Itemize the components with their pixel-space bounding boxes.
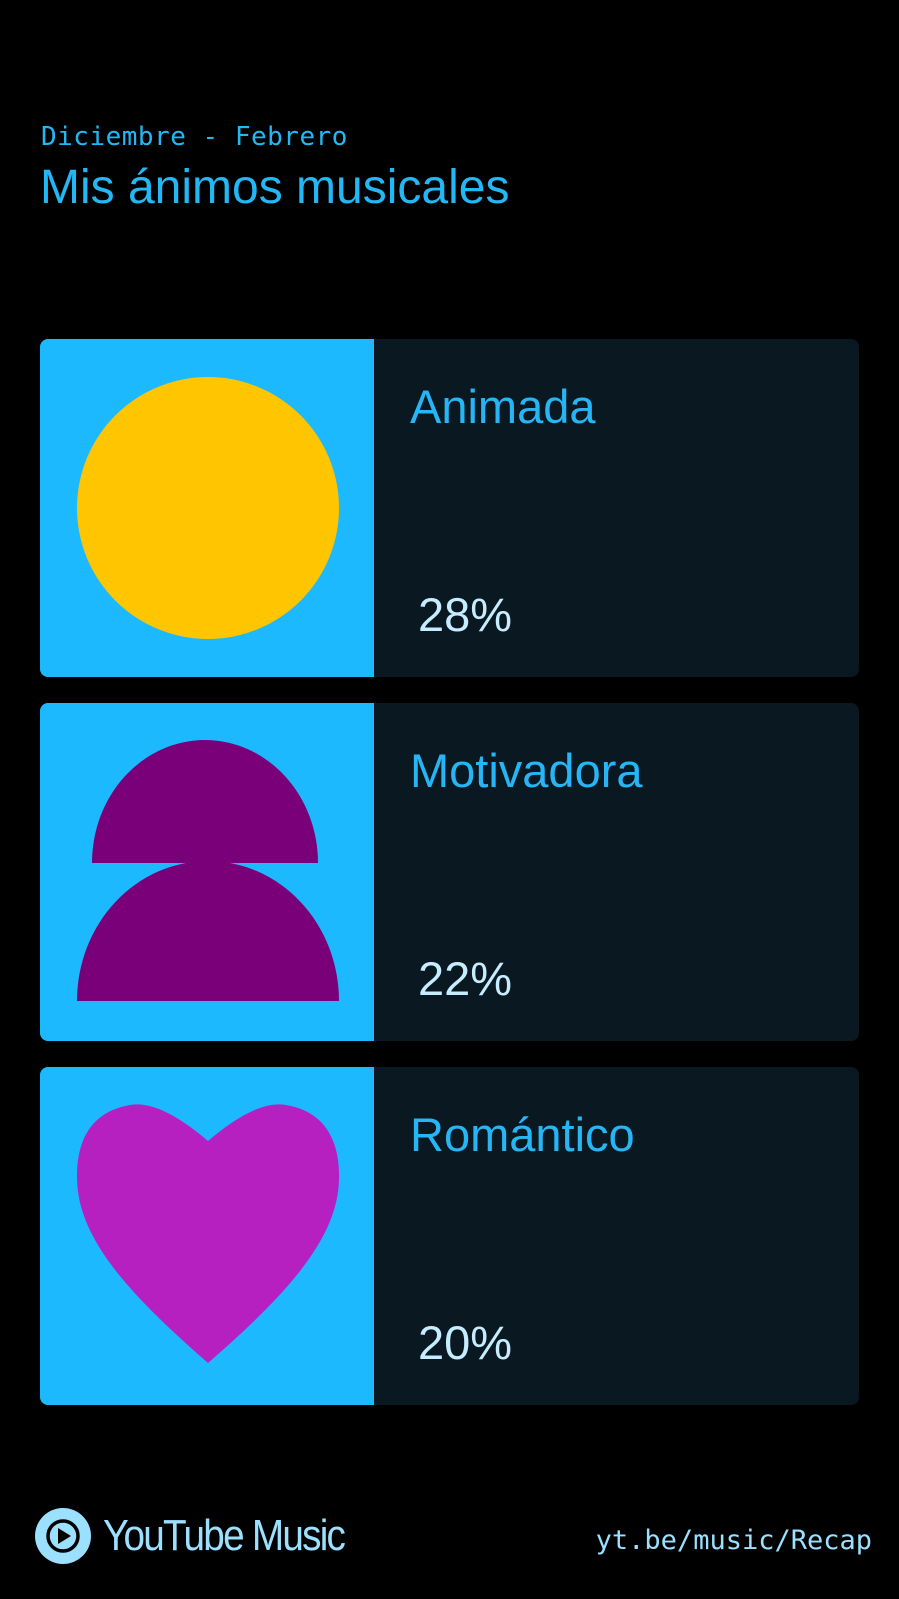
brand-name: YouTube Music	[103, 1511, 346, 1560]
mood-label: Animada	[410, 380, 596, 433]
mood-percent: 22%	[418, 952, 513, 1005]
sun-circle-icon	[77, 377, 339, 639]
mood-info: Motivadora 22%	[374, 703, 859, 1041]
recap-link[interactable]: yt.be/music/Recap	[596, 1525, 872, 1556]
mood-art	[40, 339, 374, 677]
mood-percent: 28%	[418, 588, 513, 641]
mood-card-animada: Animada 28%	[40, 339, 859, 677]
mood-art	[40, 1067, 374, 1405]
stacked-semicircles-icon	[77, 740, 339, 1001]
youtube-music-play-icon	[35, 1508, 91, 1564]
youtube-music-logo: YouTube Music	[35, 1508, 377, 1564]
mood-label: Motivadora	[410, 744, 643, 797]
mood-percent: 20%	[418, 1316, 513, 1369]
mood-art	[40, 703, 374, 1041]
mood-info: Animada 28%	[374, 339, 859, 677]
mood-card-motivadora: Motivadora 22%	[40, 703, 859, 1041]
mood-label: Romántico	[410, 1108, 635, 1161]
period-label: Diciembre - Febrero	[41, 122, 348, 152]
mood-card-romantico: Romántico 20%	[40, 1067, 859, 1405]
heart-icon	[76, 1104, 340, 1363]
page-title: Mis ánimos musicales	[40, 161, 510, 214]
mood-info: Romántico 20%	[374, 1067, 859, 1405]
